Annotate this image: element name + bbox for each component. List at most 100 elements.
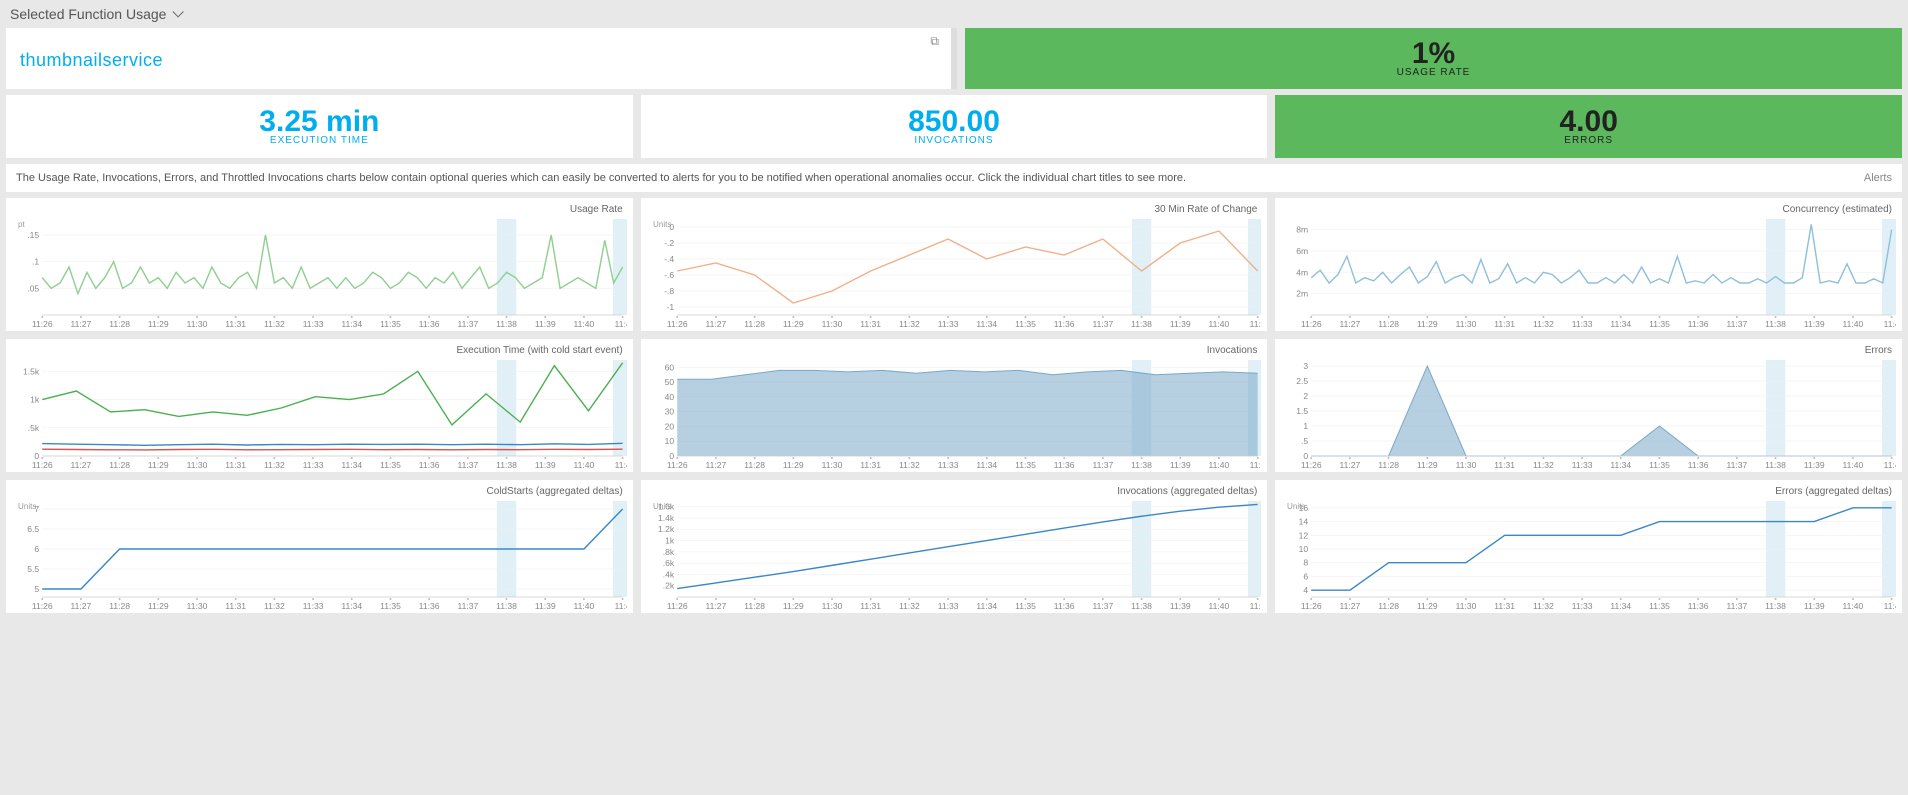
svg-text:11:27: 11:27 [705,460,726,470]
chart-title[interactable]: Errors [1281,343,1896,358]
svg-text:11:28: 11:28 [109,319,130,329]
svg-text:11:26: 11:26 [32,460,53,470]
svg-text:11:40: 11:40 [1843,319,1864,329]
chart-body[interactable]: 0.511.522.5311:2611:2711:2811:2911:3011:… [1281,358,1896,470]
chart-title[interactable]: Execution Time (with cold start event) [12,343,627,358]
svg-text:11:36: 11:36 [1053,460,1074,470]
popout-icon[interactable]: ⧉ [930,34,939,49]
svg-text:11:38: 11:38 [1131,601,1152,611]
svg-text:11:37: 11:37 [1727,319,1748,329]
svg-text:1k: 1k [665,536,675,546]
chart-title[interactable]: Invocations [647,343,1262,358]
svg-text:11:4: 11:4 [1884,601,1896,611]
chart-panel-concurrency: Concurrency (estimated)2m4m6m8m11:2611:2… [1275,198,1902,331]
svg-text:10: 10 [1299,544,1309,554]
svg-text:.1: .1 [32,257,39,267]
svg-text:11:36: 11:36 [1688,319,1709,329]
svg-text:1k: 1k [30,395,40,405]
svg-text:11:36: 11:36 [419,601,440,611]
svg-text:11:27: 11:27 [71,319,92,329]
svg-text:11:4: 11:4 [615,319,627,329]
svg-text:11:32: 11:32 [1533,319,1554,329]
svg-text:11:27: 11:27 [705,319,726,329]
svg-text:11:30: 11:30 [821,319,842,329]
svg-text:11:30: 11:30 [1456,319,1477,329]
svg-text:-.6: -.6 [664,270,674,280]
svg-text:11:4: 11:4 [1884,460,1896,470]
svg-text:11:29: 11:29 [783,460,804,470]
svg-text:.4k: .4k [662,569,674,579]
svg-text:11:28: 11:28 [1379,601,1400,611]
svg-text:11:4: 11:4 [1884,319,1896,329]
alerts-link[interactable]: Alerts [1864,172,1892,184]
svg-text:11:33: 11:33 [1572,601,1593,611]
svg-text:Units: Units [653,502,671,511]
svg-text:.05: .05 [27,283,39,293]
svg-text:11:35: 11:35 [380,460,401,470]
svg-text:11:32: 11:32 [899,601,920,611]
svg-text:11:36: 11:36 [419,319,440,329]
chart-title[interactable]: Concurrency (estimated) [1281,202,1896,217]
svg-text:11:34: 11:34 [341,601,362,611]
svg-text:1: 1 [1304,421,1309,431]
chart-body[interactable]: .05.1.15pt11:2611:2711:2811:2911:3011:31… [12,217,627,329]
chart-title[interactable]: Usage Rate [12,202,627,217]
svg-text:11:40: 11:40 [1843,460,1864,470]
chart-body[interactable]: 55.566.57Units11:2611:2711:2811:2911:301… [12,499,627,611]
svg-text:11:30: 11:30 [187,460,208,470]
svg-text:11:31: 11:31 [860,460,881,470]
section-title: Selected Function Usage [10,6,166,22]
chart-title[interactable]: Invocations (aggregated deltas) [647,484,1262,499]
svg-text:11:33: 11:33 [937,601,958,611]
svg-text:11:27: 11:27 [1340,460,1361,470]
svg-text:5.5: 5.5 [27,564,39,574]
svg-text:11:35: 11:35 [380,319,401,329]
svg-text:11:33: 11:33 [1572,319,1593,329]
svg-text:3: 3 [1304,361,1309,371]
svg-text:11:31: 11:31 [860,319,881,329]
svg-text:11:30: 11:30 [187,601,208,611]
svg-text:11:26: 11:26 [1301,601,1322,611]
svg-text:11:39: 11:39 [1170,460,1191,470]
svg-text:11:40: 11:40 [1843,601,1864,611]
svg-text:11:29: 11:29 [1417,319,1438,329]
svg-text:11:32: 11:32 [264,601,285,611]
chart-body[interactable]: 46810121416Units11:2611:2711:2811:2911:3… [1281,499,1896,611]
svg-text:11:31: 11:31 [225,319,246,329]
svg-text:11:33: 11:33 [303,460,324,470]
svg-text:11:29: 11:29 [148,319,169,329]
svg-text:-.8: -.8 [664,286,674,296]
chart-title[interactable]: ColdStarts (aggregated deltas) [12,484,627,499]
svg-text:11:37: 11:37 [1727,460,1748,470]
svg-text:11:38: 11:38 [1766,601,1787,611]
svg-text:11:30: 11:30 [1456,601,1477,611]
svg-text:11:40: 11:40 [574,601,595,611]
svg-text:11:32: 11:32 [1533,601,1554,611]
svg-text:Units: Units [653,220,671,229]
svg-text:11:33: 11:33 [937,319,958,329]
svg-text:11:4: 11:4 [615,460,627,470]
svg-text:11:29: 11:29 [148,460,169,470]
usage-rate-value: 1% [1412,39,1455,69]
svg-text:11:39: 11:39 [535,601,556,611]
chart-body[interactable]: 2m4m6m8m11:2611:2711:2811:2911:3011:3111… [1281,217,1896,329]
chart-body[interactable]: 010203040506011:2611:2711:2811:2911:3011… [647,358,1262,470]
svg-text:11:32: 11:32 [899,319,920,329]
svg-text:11:37: 11:37 [457,460,478,470]
chart-body[interactable]: -1-.8-.6-.4-.20Units11:2611:2711:2811:29… [647,217,1262,329]
chart-title[interactable]: 30 Min Rate of Change [647,202,1262,217]
chevron-down-icon [173,6,184,17]
svg-text:11:31: 11:31 [1495,601,1516,611]
svg-text:2m: 2m [1297,289,1309,299]
svg-text:11:39: 11:39 [1804,601,1825,611]
section-header[interactable]: Selected Function Usage [0,0,1908,28]
svg-text:11:4: 11:4 [615,601,627,611]
chart-body[interactable]: .2k.4k.6k.8k1k1.2k1.4k1.6kUnits11:2611:2… [647,499,1262,611]
metric-card-invocations: 850.00INVOCATIONS [641,95,1268,158]
chart-title[interactable]: Errors (aggregated deltas) [1281,484,1896,499]
chart-body[interactable]: 0.5k1k1.5k11:2611:2711:2811:2911:3011:31… [12,358,627,470]
svg-text:11:35: 11:35 [380,601,401,611]
svg-text:11:31: 11:31 [860,601,881,611]
metric-value: 4.00 [1559,107,1617,137]
svg-text:11:28: 11:28 [1379,319,1400,329]
